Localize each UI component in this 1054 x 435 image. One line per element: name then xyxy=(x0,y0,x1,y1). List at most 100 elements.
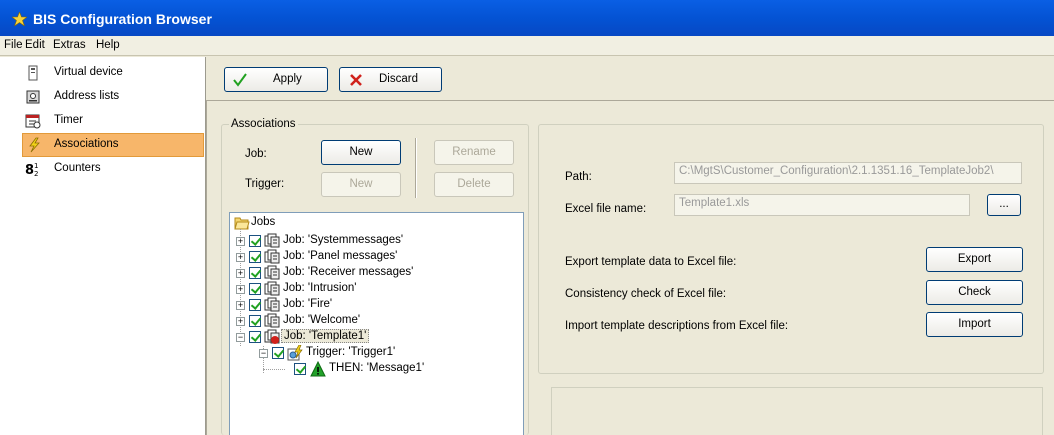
tree-row-job[interactable]: + Job: 'Receiver messages' xyxy=(230,265,520,282)
menu-bar: File Edit Extras Help xyxy=(0,36,1054,56)
expand-icon[interactable]: + xyxy=(236,285,245,294)
tree-root-jobs[interactable]: Jobs xyxy=(230,215,520,232)
expand-icon[interactable]: + xyxy=(236,237,245,246)
check-text: Consistency check of Excel file: xyxy=(565,288,727,300)
nav-item-label: Address lists xyxy=(54,90,120,102)
nav-item-label: Counters xyxy=(54,162,101,174)
title-bar: BIS Configuration Browser xyxy=(0,0,1054,36)
menu-help[interactable]: Help xyxy=(96,39,120,51)
tree-row-trigger[interactable]: − Trigger: 'Trigger1' xyxy=(230,345,520,362)
button-separator xyxy=(415,138,417,198)
details-lower-panel xyxy=(551,387,1043,435)
svg-text:2: 2 xyxy=(34,170,38,177)
menu-file[interactable]: File xyxy=(4,39,23,51)
svg-text:1: 1 xyxy=(34,162,38,170)
close-icon xyxy=(350,74,362,86)
import-button[interactable]: Import xyxy=(926,312,1023,337)
job-icon xyxy=(264,313,280,328)
job-checkbox[interactable] xyxy=(249,299,261,311)
expand-icon[interactable]: + xyxy=(236,301,245,310)
discard-label: Discard xyxy=(379,73,418,85)
job-icon xyxy=(264,249,280,264)
template-job-icon xyxy=(264,329,280,344)
tree-item-label: Job: 'Panel messages' xyxy=(283,250,398,262)
nav-item-label: Virtual device xyxy=(54,66,123,78)
nav-item-address-lists[interactable]: Address lists xyxy=(0,85,206,109)
job-checkbox[interactable] xyxy=(249,267,261,279)
nav-item-virtual-device[interactable]: Virtual device xyxy=(0,61,206,85)
tree-item-label: Job: 'Welcome' xyxy=(283,314,361,326)
trigger-new-button[interactable]: New xyxy=(321,172,401,197)
device-icon xyxy=(28,65,38,81)
discard-button[interactable]: Discard xyxy=(339,67,442,92)
tree-item-label: Trigger: 'Trigger1' xyxy=(306,346,396,358)
tree-item-label: Job: 'Fire' xyxy=(283,298,333,310)
tree-item-label: Job: 'Systemmessages' xyxy=(283,234,404,246)
menu-edit[interactable]: Edit xyxy=(25,39,45,51)
navigation-panel: Virtual device Address lists Timer Assoc… xyxy=(0,57,206,435)
job-new-button[interactable]: New xyxy=(321,140,401,165)
expand-icon[interactable]: + xyxy=(236,317,245,326)
excel-file-label: Excel file name: xyxy=(565,203,647,215)
job-icon xyxy=(264,297,280,312)
import-text: Import template descriptions from Excel … xyxy=(565,320,789,332)
tree-item-label: Job: 'Intrusion' xyxy=(283,282,357,294)
collapse-icon[interactable]: − xyxy=(259,349,268,358)
job-checkbox[interactable] xyxy=(249,251,261,263)
tree-item-label: Job: 'Receiver messages' xyxy=(283,266,414,278)
delete-button[interactable]: Delete xyxy=(434,172,514,197)
checkmark-icon xyxy=(233,73,247,87)
expand-icon[interactable]: + xyxy=(236,269,245,278)
tree-row-job[interactable]: + Job: 'Panel messages' xyxy=(230,249,520,266)
job-icon xyxy=(264,233,280,248)
collapse-icon[interactable]: − xyxy=(236,333,245,342)
job-checkbox[interactable] xyxy=(249,283,261,295)
tree-item-label: THEN: 'Message1' xyxy=(329,362,425,374)
trigger-label: Trigger: xyxy=(245,178,285,190)
job-checkbox[interactable] xyxy=(249,315,261,327)
job-icon xyxy=(264,281,280,296)
tree-row-job[interactable]: + Job: 'Fire' xyxy=(230,297,520,314)
app-icon xyxy=(12,12,27,26)
action-checkbox[interactable] xyxy=(294,363,306,375)
job-label: Job: xyxy=(245,148,267,160)
nav-item-label: Timer xyxy=(54,114,83,126)
svg-text:8: 8 xyxy=(25,163,34,177)
excel-file-field[interactable]: Template1.xls xyxy=(674,194,970,216)
job-checkbox[interactable] xyxy=(249,331,261,343)
tree-row-action[interactable]: THEN: 'Message1' xyxy=(230,361,520,378)
export-button[interactable]: Export xyxy=(926,247,1023,272)
expand-icon[interactable]: + xyxy=(236,253,245,262)
associations-legend: Associations xyxy=(229,118,298,130)
check-button[interactable]: Check xyxy=(926,280,1023,305)
tree-row-job[interactable]: + Job: 'Intrusion' xyxy=(230,281,520,298)
jobs-tree: Jobs + Job: 'Systemmessages' + Job: 'Pan… xyxy=(229,212,524,435)
rename-button[interactable]: Rename xyxy=(434,140,514,165)
job-icon xyxy=(264,265,280,280)
trigger-icon xyxy=(287,345,303,361)
apply-label: Apply xyxy=(273,73,302,85)
tree-row-job[interactable]: + Job: 'Welcome' xyxy=(230,313,520,330)
tree-root-label: Jobs xyxy=(251,216,276,228)
export-text: Export template data to Excel file: xyxy=(565,256,737,268)
job-checkbox[interactable] xyxy=(249,235,261,247)
nav-item-timer[interactable]: Timer xyxy=(0,109,206,133)
counter-icon: 8 1 2 xyxy=(25,162,38,177)
tree-item-label: Job: 'Template1' xyxy=(281,329,370,343)
warning-icon xyxy=(310,361,326,377)
address-list-icon xyxy=(26,90,40,104)
browse-button[interactable]: ... xyxy=(987,194,1021,216)
lightning-icon xyxy=(29,137,40,153)
folder-open-icon xyxy=(234,217,250,230)
tree-row-job-selected[interactable]: − Job: 'Template1' xyxy=(230,329,520,346)
nav-item-counters[interactable]: 8 1 2 Counters xyxy=(0,157,206,181)
nav-item-associations[interactable]: Associations xyxy=(22,133,204,157)
trigger-checkbox[interactable] xyxy=(272,347,284,359)
nav-item-label: Associations xyxy=(54,138,119,150)
window-title: BIS Configuration Browser xyxy=(33,11,212,27)
apply-button[interactable]: Apply xyxy=(224,67,328,92)
path-field[interactable]: C:\MgtS\Customer_Configuration\2.1.1351.… xyxy=(674,162,1022,184)
timer-icon xyxy=(25,114,41,129)
menu-extras[interactable]: Extras xyxy=(53,39,86,51)
tree-row-job[interactable]: + Job: 'Systemmessages' xyxy=(230,233,520,250)
